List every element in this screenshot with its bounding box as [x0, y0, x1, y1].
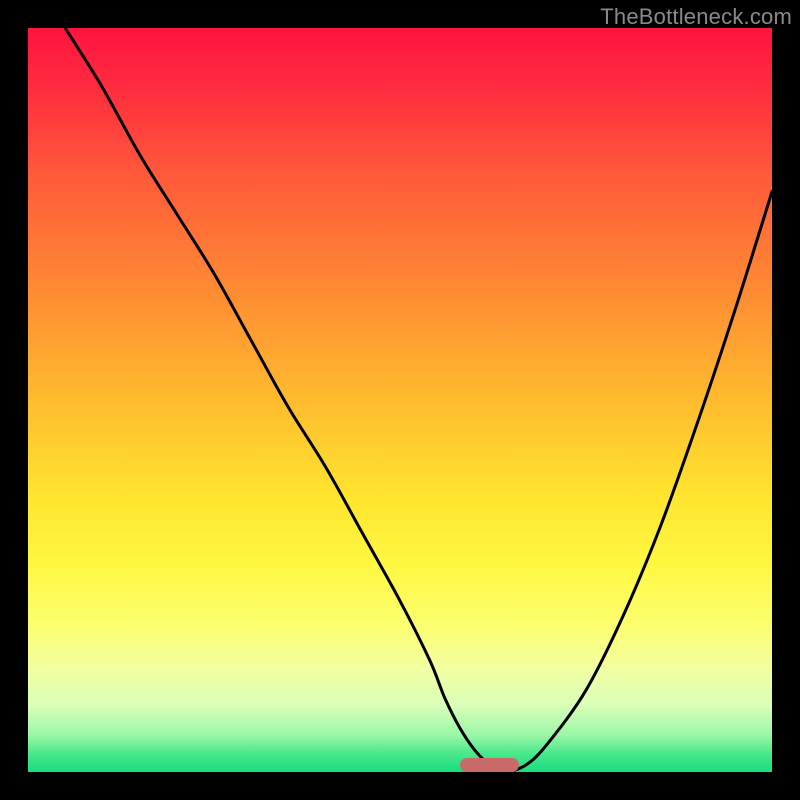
gradient-rect [28, 28, 772, 772]
plot-area [28, 28, 772, 772]
attribution-text: TheBottleneck.com [600, 4, 792, 30]
chart-frame: TheBottleneck.com [0, 0, 800, 800]
optimal-range-marker [460, 758, 520, 772]
chart-svg [28, 28, 772, 772]
